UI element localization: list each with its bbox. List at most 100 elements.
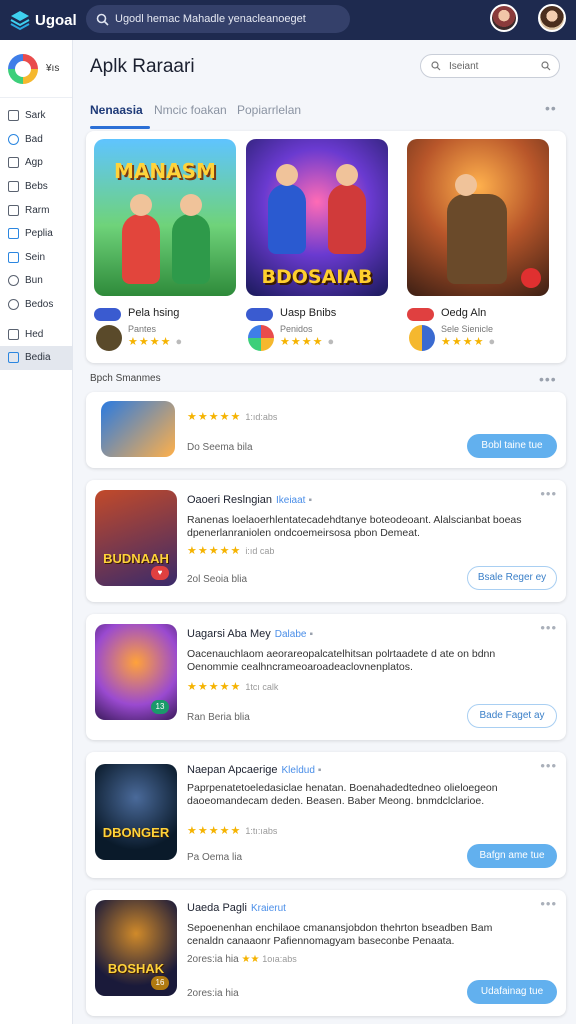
page-title: Aplk Raraari (90, 56, 195, 77)
sidebar-item-10[interactable]: Bedia (0, 345, 72, 370)
sidebar: ¥ıs Sark Bad Agp Bebs Rarm Peplia Sein B… (0, 40, 73, 1024)
calendar-icon (8, 204, 19, 216)
sidebar-item-4[interactable]: Rarm (0, 198, 72, 222)
thumbnail-tag: 13 (151, 700, 169, 714)
featured-panel: MANASM Pela hsing Pantes ★★★★ ● BDOSAIAB… (86, 131, 566, 363)
sidebar-item-label: Rarm (25, 204, 50, 216)
tab-1[interactable]: Nmcic foakan (154, 103, 227, 117)
gear-icon (8, 133, 19, 145)
sidebar-item-label: Bad (25, 133, 43, 145)
sidebar-user[interactable]: ¥ıs (0, 40, 72, 98)
app-thumbnail: DBONGER (95, 764, 177, 860)
tab-2[interactable]: Popiarrlelan (237, 103, 301, 117)
sidebar-item-0[interactable]: Sark (0, 104, 72, 128)
character-illustration (328, 164, 366, 254)
card-action-button[interactable]: Bobl taine tue (467, 434, 557, 458)
tab-0[interactable]: Nenaasia (90, 103, 143, 117)
play-badge-icon (521, 268, 541, 288)
sidebar-item-9[interactable]: Hed (0, 322, 72, 346)
rating-stars: ★★★★★ 1:tı:ıabs (187, 825, 278, 837)
featured-card[interactable]: Oedg Aln Sele Sienicle ★★★★ ● (407, 139, 549, 364)
image-icon (8, 251, 19, 263)
clock-icon (8, 275, 19, 287)
card-description: Paprpenatetoeledasiclae henatan. Boenaha… (187, 782, 498, 807)
tab-bar: Nenaasia Nmcic foakan Popiarrlelan •• (90, 100, 566, 130)
sidebar-user-label: ¥ıs (46, 63, 60, 74)
thumbnail-tag: 16 (151, 976, 169, 990)
more-options-icon[interactable]: ••• (540, 896, 557, 911)
card-meta: Do Seema bila (187, 442, 253, 453)
character-illustration (172, 194, 210, 284)
list-item[interactable]: ★★★★★ 1:ıd:abs Do Seema bila Bobl taine t… (86, 392, 566, 468)
settings-icon (8, 299, 19, 311)
top-bar: Ugoal Ugodl hemac Mahadle yenacleanoeget (0, 0, 576, 40)
featured-card[interactable]: MANASM Pela hsing Pantes ★★★★ ● (94, 139, 236, 364)
card-description: Oacenauchlaom aeorareopalcatelhitsan pol… (187, 648, 496, 673)
square-icon (8, 110, 19, 122)
sidebar-item-3[interactable]: Bebs (0, 175, 72, 199)
brand[interactable]: Ugoal (9, 9, 81, 31)
featured-name: Pela hsing (128, 307, 180, 319)
sidebar-item-label: Sark (25, 110, 46, 122)
character-illustration (122, 194, 160, 284)
more-options-icon[interactable]: ••• (540, 486, 557, 501)
card-stars-meta: 2ores:ia hia ★★ 1oıa:abs (187, 954, 297, 965)
sidebar-item-label: Sein (25, 251, 46, 263)
search-submit-icon[interactable] (541, 61, 551, 71)
sidebar-item-label: Bun (25, 275, 43, 287)
folder-icon (8, 228, 19, 240)
card-action-button[interactable]: Udafainag tue (467, 980, 557, 1004)
more-options-icon[interactable]: ••• (540, 620, 557, 635)
featured-subtitle: Pantes (128, 324, 157, 334)
list-item[interactable]: 13 ••• Uagarsi Aba Mey Dalabe ▪ Oacenauchl… (86, 614, 566, 740)
sidebar-item-label: Bedia (25, 352, 51, 364)
chat-icon (8, 181, 19, 193)
list-item[interactable]: DBONGER ••• Naepan Apcaerige Kleldud ▪ Pap… (86, 752, 566, 878)
sidebar-item-label: Hed (25, 328, 44, 340)
avatar[interactable] (490, 4, 518, 32)
featured-artwork: MANASM (94, 139, 236, 296)
featured-artwork: BDOSAIAB (246, 139, 388, 296)
card-description: Ranenas loelaoerhlentatecadehdtanye bote… (187, 514, 522, 539)
global-search-bar[interactable]: Ugodl hemac Mahadle yenacleanoeget (86, 5, 350, 33)
sidebar-item-5[interactable]: Peplia (0, 222, 72, 246)
artwork-title: MANASM (114, 159, 216, 183)
sidebar-item-7[interactable]: Bun (0, 269, 72, 293)
sidebar-item-label: Agp (25, 157, 43, 169)
card-action-button[interactable]: Bafgn ame tue (467, 844, 557, 868)
global-search-text: Ugodl hemac Mahadle yenacleanoeget (115, 13, 306, 25)
app-thumbnail: BUDNAAH ♥ (95, 490, 177, 586)
search-icon (431, 61, 441, 71)
list-item[interactable]: BUDNAAH ♥ ••• Oaoeri Reslngian Ikeiaat ▪ R… (86, 480, 566, 602)
sidebar-item-6[interactable]: Sein (0, 246, 72, 270)
app-thumbnail (101, 401, 175, 457)
section-heading: Bpch Smanmes (90, 373, 161, 384)
card-meta: 2ol Seoia blia (187, 574, 248, 585)
more-options-icon[interactable]: ••• (540, 758, 557, 773)
app-name: Ugoal (35, 11, 77, 29)
rating-stars: ★★★★★ 1tcı calk (187, 681, 279, 693)
card-title: Naepan Apcaerige Kleldud ▪ (187, 764, 322, 776)
sidebar-item-1[interactable]: Bad (0, 128, 72, 152)
card-title: Oaoeri Reslngian Ikeiaat ▪ (187, 494, 313, 506)
badge-icon (94, 308, 121, 321)
profile-avatar[interactable] (538, 4, 566, 32)
artwork-title: BDOSAIAB (261, 266, 373, 288)
featured-card[interactable]: BDOSAIAB Uasp Bnibs Penidos ★★★★ ● (246, 139, 388, 364)
card-meta: Ran Beria blia (187, 712, 250, 723)
sidebar-item-8[interactable]: Bedos (0, 293, 72, 317)
app-thumbnail: BOSHAK 16 (95, 900, 177, 996)
rating-stars: ★★★★ ● (128, 336, 184, 348)
card-action-button[interactable]: Bsale Reger ey (467, 566, 557, 590)
app-thumbnail: 13 (95, 624, 177, 720)
list-item[interactable]: BOSHAK 16 ••• Uaeda Pagli Kraierut Sepoen… (86, 890, 566, 1016)
featured-subtitle: Penidos (280, 324, 313, 334)
rating-stars: ★★★★ ● (280, 336, 336, 348)
sidebar-item-2[interactable]: Agp (0, 151, 72, 175)
thumbnail-title: BOSHAK (107, 961, 165, 976)
page-search-input[interactable]: Iseiant (420, 54, 560, 78)
more-options-icon[interactable]: ••• (539, 371, 557, 387)
sidebar-item-label: Peplia (25, 228, 53, 240)
card-action-button[interactable]: Bade Faget ay (467, 704, 557, 728)
more-options-icon[interactable]: •• (545, 100, 557, 116)
